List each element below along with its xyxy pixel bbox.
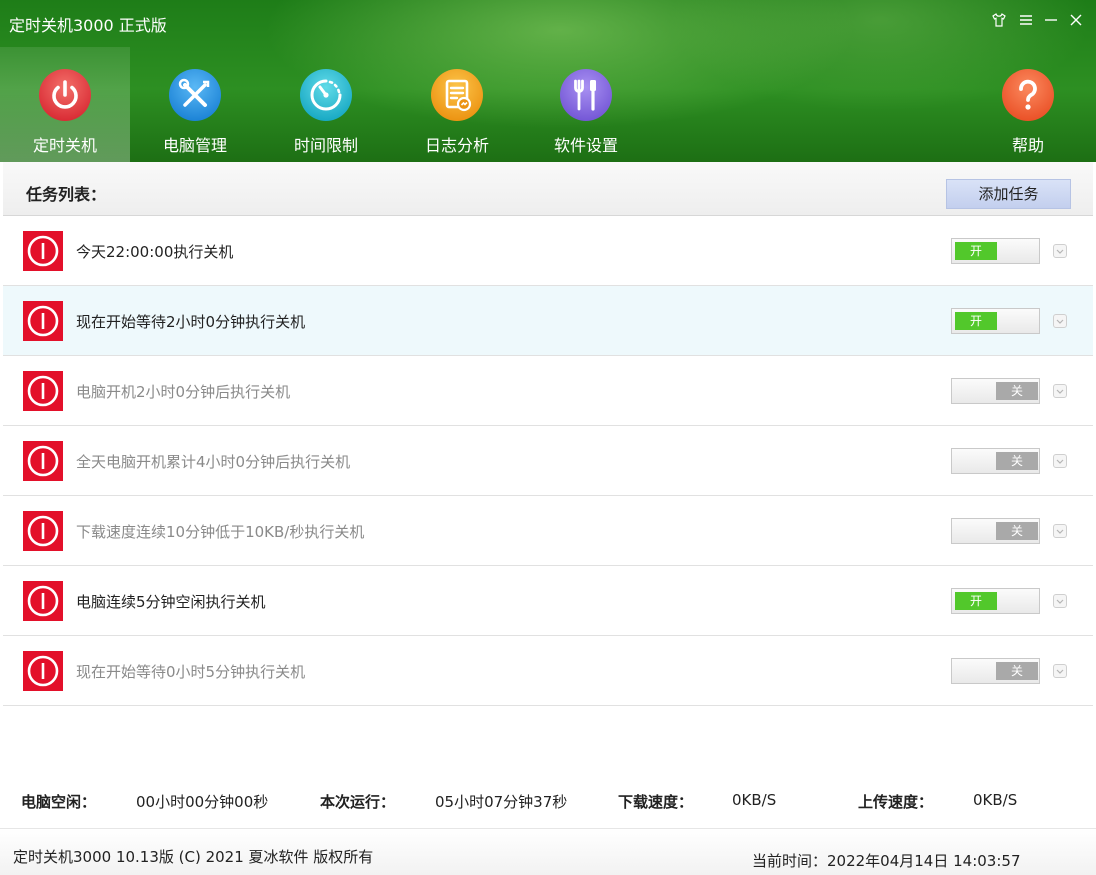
- shutdown-power-icon: [23, 651, 63, 691]
- nav-label: 时间限制: [293, 136, 358, 155]
- settings-icon: [560, 69, 612, 121]
- nav-label: 帮助: [1011, 136, 1044, 155]
- nav-tab-shutdown[interactable]: 定时关机: [0, 47, 130, 162]
- row-menu-icon[interactable]: [1053, 244, 1067, 258]
- toggle-state: 关: [996, 522, 1038, 540]
- toggle-state: 关: [996, 382, 1038, 400]
- idle-label: 电脑空闲：: [21, 793, 97, 811]
- task-list-heading: 任务列表：: [26, 185, 107, 204]
- task-description: 电脑开机2小时0分钟后执行关机: [76, 383, 291, 401]
- nav-tab-software-settings[interactable]: 软件设置: [521, 47, 651, 162]
- task-description: 电脑连续5分钟空闲执行关机: [76, 593, 266, 611]
- task-toggle[interactable]: 关: [951, 378, 1040, 404]
- task-row[interactable]: 下载速度连续10分钟低于10KB/秒执行关机 关: [3, 496, 1093, 566]
- nav-tab-log-analysis[interactable]: 日志分析: [392, 47, 522, 162]
- task-row[interactable]: 电脑开机2小时0分钟后执行关机 关: [3, 356, 1093, 426]
- run-time-value: 05小时07分钟37秒: [435, 793, 568, 811]
- idle-value: 00小时00分钟00秒: [136, 793, 269, 811]
- shutdown-power-icon: [23, 231, 63, 271]
- row-menu-icon[interactable]: [1053, 664, 1067, 678]
- task-row[interactable]: 今天22:00:00执行关机 开: [3, 216, 1093, 286]
- log-icon: [431, 69, 483, 121]
- title-bar-header: 定时关机3000 正式版 定时关机 电脑管理 时间限制 日志分析 软件设置 帮助: [0, 0, 1096, 162]
- menu-icon[interactable]: [1015, 9, 1037, 31]
- task-description: 现在开始等待0小时5分钟执行关机: [76, 663, 306, 681]
- toggle-state: 开: [955, 242, 997, 260]
- task-toggle[interactable]: 关: [951, 518, 1040, 544]
- nav-tab-computer-manage[interactable]: 电脑管理: [130, 47, 260, 162]
- nav-label: 电脑管理: [162, 136, 227, 155]
- task-toggle[interactable]: 关: [951, 448, 1040, 474]
- row-menu-icon[interactable]: [1053, 384, 1067, 398]
- task-row[interactable]: 现在开始等待2小时0分钟执行关机 开: [3, 286, 1093, 356]
- upload-speed-value: 0KB/S: [973, 791, 1018, 809]
- toggle-state: 关: [996, 452, 1038, 470]
- run-time-label: 本次运行：: [320, 793, 396, 811]
- nav-label: 软件设置: [553, 136, 618, 155]
- close-icon[interactable]: [1065, 9, 1087, 31]
- toggle-state: 开: [955, 592, 997, 610]
- timer-icon: [300, 69, 352, 121]
- status-bar: 电脑空闲： 00小时00分钟00秒 本次运行： 05小时07分钟37秒 下载速度…: [0, 785, 1096, 815]
- download-speed-value: 0KB/S: [732, 791, 777, 809]
- task-description: 现在开始等待2小时0分钟执行关机: [76, 313, 306, 331]
- shutdown-power-icon: [23, 301, 63, 341]
- help-icon: [1002, 69, 1054, 121]
- nav-label: 日志分析: [424, 136, 489, 155]
- skin-icon[interactable]: [988, 9, 1010, 31]
- task-description: 今天22:00:00执行关机: [76, 243, 234, 261]
- shutdown-power-icon: [23, 441, 63, 481]
- shutdown-power-icon: [23, 581, 63, 621]
- toggle-state: 关: [996, 662, 1038, 680]
- toggle-state: 开: [955, 312, 997, 330]
- window-title: 定时关机3000 正式版: [9, 16, 167, 35]
- task-toggle[interactable]: 开: [951, 588, 1040, 614]
- task-toggle[interactable]: 关: [951, 658, 1040, 684]
- nav-tab-time-limit[interactable]: 时间限制: [261, 47, 391, 162]
- task-row[interactable]: 电脑连续5分钟空闲执行关机 开: [3, 566, 1093, 636]
- row-menu-icon[interactable]: [1053, 524, 1067, 538]
- task-row[interactable]: 全天电脑开机累计4小时0分钟后执行关机 关: [3, 426, 1093, 496]
- footer: 定时关机3000 10.13版 (C) 2021 夏冰软件 版权所有 当前时间：…: [0, 828, 1096, 875]
- task-description: 全天电脑开机累计4小时0分钟后执行关机: [76, 453, 351, 471]
- minimize-icon[interactable]: [1040, 9, 1062, 31]
- row-menu-icon[interactable]: [1053, 594, 1067, 608]
- task-toggle[interactable]: 开: [951, 308, 1040, 334]
- power-icon: [39, 69, 91, 121]
- row-menu-icon[interactable]: [1053, 454, 1067, 468]
- task-toggle[interactable]: 开: [951, 238, 1040, 264]
- task-row[interactable]: 现在开始等待0小时5分钟执行关机 关: [3, 636, 1093, 706]
- tools-icon: [169, 69, 221, 121]
- task-description: 下载速度连续10分钟低于10KB/秒执行关机: [76, 523, 365, 541]
- row-menu-icon[interactable]: [1053, 314, 1067, 328]
- current-time: 当前时间：2022年04月14日 14:03:57: [752, 852, 1021, 870]
- add-task-button[interactable]: 添加任务: [946, 179, 1071, 209]
- shutdown-power-icon: [23, 371, 63, 411]
- upload-speed-label: 上传速度：: [858, 793, 934, 811]
- shutdown-power-icon: [23, 511, 63, 551]
- task-toolbar: 任务列表： 添加任务: [3, 162, 1093, 216]
- nav-label: 定时关机: [32, 136, 97, 155]
- copyright-text: 定时关机3000 10.13版 (C) 2021 夏冰软件 版权所有: [13, 848, 374, 866]
- download-speed-label: 下载速度：: [618, 793, 694, 811]
- nav-help[interactable]: 帮助: [963, 47, 1093, 162]
